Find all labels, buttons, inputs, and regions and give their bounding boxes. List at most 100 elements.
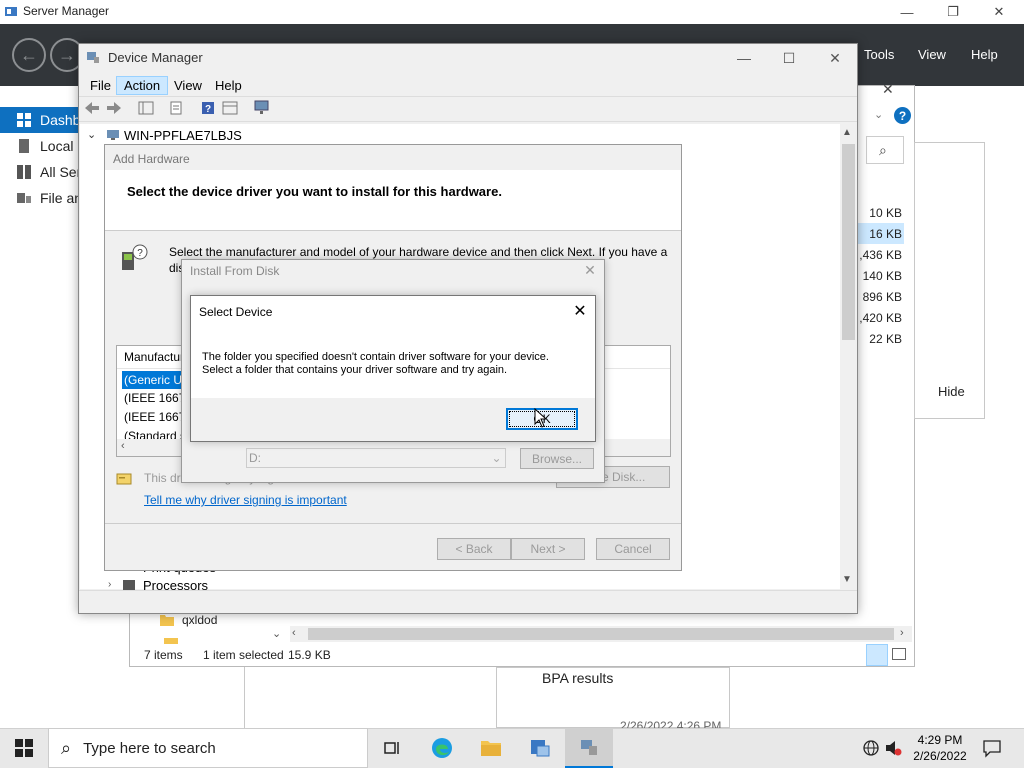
file-size: 16 KB [869,227,902,241]
back-icon[interactable] [82,99,102,117]
notifications-icon[interactable] [982,738,1002,758]
scroll-down-arrow-icon[interactable]: ▼ [842,574,852,585]
chevron-down-icon[interactable]: ⌄ [87,128,96,141]
wizard-heading: Select the device driver you want to ins… [127,184,502,199]
edge-icon [432,738,452,758]
bpa-results-label[interactable]: BPA results [542,670,613,686]
minimize-button[interactable]: — [884,0,930,24]
server-manager-icon [531,740,550,757]
search-box[interactable]: ⌕ [866,136,904,164]
menu-tools[interactable]: Tools [864,47,894,62]
computer-icon [106,129,120,141]
search-placeholder: Type here to search [83,739,216,757]
file-size: 22 KB [869,332,902,346]
cancel-button[interactable]: Cancel [596,538,670,560]
wizard-header [105,170,681,231]
explorer-status-bar: 7 items 1 item selected 15.9 KB [130,644,914,666]
device-manager-toolbar [79,96,857,122]
maximize-button[interactable]: ☐ [766,44,812,72]
tiles-view-icon[interactable] [892,648,906,660]
device-manager-icon [86,50,100,64]
search-icon: ⌕ [879,142,887,158]
search-icon: ⌕ [61,737,72,758]
edge-button[interactable] [418,728,466,768]
column-header-manufacturer[interactable]: Manufacturer [124,350,182,364]
tree-item-label: qxldod [182,613,218,627]
network-icon[interactable] [862,739,880,757]
taskbar-search[interactable]: ⌕ Type here to search [48,728,368,768]
chevron-right-icon[interactable]: › [108,579,111,590]
list-item[interactable]: (Generic USB Hub) [122,371,182,389]
scroll-right-arrow-icon[interactable]: › [900,627,904,639]
scroll-left-arrow-icon[interactable]: ‹ [121,440,125,452]
close-button[interactable]: ✕ [976,0,1022,24]
dashboard-icon [16,112,32,128]
file-size: ,436 KB [859,248,902,262]
scroll-left-arrow-icon[interactable]: ‹ [292,627,296,639]
menu-file[interactable]: File [83,76,118,95]
file-explorer-button[interactable] [467,728,515,768]
status-item-count: 7 items [144,648,183,662]
menu-view[interactable]: View [167,76,209,95]
close-icon[interactable]: ✕ [882,81,894,98]
divider [105,523,681,524]
preview-pane [914,142,985,419]
folder-icon [160,614,174,626]
menu-help[interactable]: Help [971,47,998,62]
show-hide-icon[interactable] [220,99,240,117]
server-manager-title: Server Manager [23,4,110,18]
start-button[interactable] [0,728,48,768]
minimize-button[interactable]: — [721,44,767,72]
clock-time: 4:29 PM [917,733,963,747]
file-size: 140 KB [862,269,902,283]
driver-signing-link[interactable]: Tell me why driver signing is important [144,493,347,507]
console-tree-icon[interactable] [136,99,156,117]
back-button[interactable]: < Back [437,538,511,560]
list-item[interactable]: (IEEE 1667 Compliant) [122,389,182,407]
hide-button[interactable]: Hide [938,384,965,399]
list-item[interactable]: (Standard system devices) [122,427,182,439]
next-button[interactable]: Next > [511,538,585,560]
chevron-down-icon[interactable]: ⌄ [272,627,281,640]
help-icon[interactable]: ? [894,107,911,124]
close-icon[interactable]: ✕ [580,261,600,279]
close-icon[interactable]: ✕ [568,300,592,322]
tree-item-qxldod[interactable]: qxldod [160,613,217,627]
menu-view[interactable]: View [918,47,946,62]
chevron-down-icon[interactable]: ⌄ [874,108,883,121]
server-manager-titlebar: Server Manager — ❐ ✕ [0,0,1024,24]
host-node[interactable]: WIN-PPFLAE7LBJS [124,128,242,143]
scan-hardware-icon[interactable] [252,99,272,117]
list-item[interactable]: (IEEE 1667 Compliant) [122,408,182,426]
status-size: 15.9 KB [288,648,331,662]
forward-icon[interactable] [104,99,124,117]
properties-icon[interactable] [166,99,186,117]
file-size: ,420 KB [859,311,902,325]
clock[interactable]: 4:29 PM 2/26/2022 [900,732,980,764]
browse-button[interactable]: Browse... [520,448,594,469]
maximize-button[interactable]: ❐ [930,0,976,24]
menu-action[interactable]: Action [116,76,169,95]
device-manager-icon [581,740,597,755]
path-combobox[interactable]: D: [246,448,506,468]
menu-help[interactable]: Help [208,76,249,95]
close-button[interactable]: ✕ [812,44,858,72]
scrollbar-thumb[interactable] [308,628,894,640]
back-arrow-icon[interactable]: ← [12,38,46,72]
details-view-icon[interactable] [866,644,888,666]
clock-date: 2/26/2022 [913,749,967,763]
scroll-up-arrow-icon[interactable]: ▲ [842,127,852,138]
mouse-cursor-icon [534,408,548,428]
file-size: 896 KB [862,290,902,304]
task-view-button[interactable] [368,728,416,768]
device-manager-status-bar [79,590,857,613]
device-manager-taskbar-button[interactable] [565,728,613,768]
select-device-title: Select Device [199,305,273,319]
scrollbar-thumb[interactable] [842,144,855,340]
task-view-icon [384,742,399,754]
server-manager-taskbar-button[interactable] [516,728,564,768]
help-icon[interactable]: ? [198,99,218,117]
server-icon [16,138,32,154]
hardware-icon: ? [119,244,149,274]
chevron-down-icon[interactable]: ⌄ [488,449,505,467]
